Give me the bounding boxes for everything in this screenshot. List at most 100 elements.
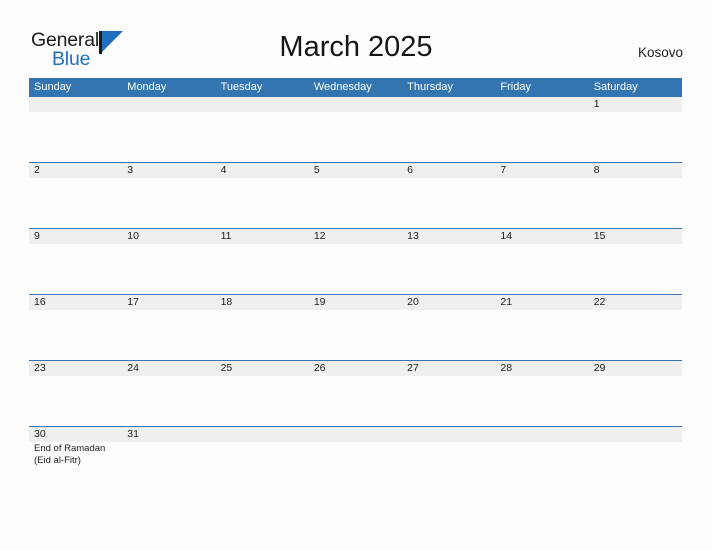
day-number-band: 24 [122,361,216,376]
calendar-day-cell[interactable]: 1 [588,97,682,162]
day-number: 22 [593,296,606,308]
calendar-day-cell[interactable]: 14 [495,229,589,294]
calendar-day-cell-empty [402,97,496,162]
calendar-week-cells: 30 End of Ramadan (Eid al-Fitr) 31 [29,427,682,492]
day-number-band [402,97,496,112]
calendar-week-row: 30 End of Ramadan (Eid al-Fitr) 31 [29,426,682,492]
day-number: 7 [500,164,507,176]
calendar-day-cell[interactable]: 22 [588,295,682,360]
calendar-day-cell[interactable]: 5 [308,163,403,228]
day-number: 21 [500,296,513,308]
calendar-day-cell[interactable]: 30 End of Ramadan (Eid al-Fitr) [29,427,123,492]
calendar-day-cell[interactable]: 12 [308,229,403,294]
calendar-day-cell[interactable]: 4 [215,163,309,228]
calendar-week-cells: 1 [29,97,682,162]
day-number-band [215,97,309,112]
day-number: 3 [127,164,134,176]
day-number-band: 15 [588,229,682,244]
day-number-band: 30 [29,427,123,442]
calendar-day-cell[interactable]: 19 [308,295,403,360]
calendar-day-cell[interactable]: 21 [495,295,589,360]
calendar-day-cell-empty [308,427,403,492]
calendar-week-cells: 2 3 4 5 6 7 8 [29,163,682,228]
day-number-band: 25 [215,361,309,376]
calendar-day-cell[interactable]: 20 [402,295,496,360]
calendar-day-cell[interactable]: 11 [215,229,309,294]
day-number-band: 29 [588,361,682,376]
day-number-band [402,427,496,442]
day-number-band: 6 [402,163,496,178]
calendar-day-cell-empty [29,97,123,162]
day-of-week-tuesday: Tuesday [220,81,263,93]
calendar-day-cell[interactable]: 29 [588,361,682,426]
calendar-day-cell-empty [308,97,403,162]
calendar-week-cells: 9 10 11 12 13 14 15 [29,229,682,294]
day-number: 11 [220,230,232,242]
calendar-week-cells: 23 24 25 26 27 28 29 [29,361,682,426]
day-number-band [495,427,589,442]
day-number-band: 22 [588,295,682,310]
calendar-day-cell[interactable]: 23 [29,361,123,426]
calendar-day-cell[interactable]: 18 [215,295,309,360]
day-number: 13 [407,230,419,242]
calendar-day-cell[interactable]: 25 [215,361,309,426]
day-number-band: 28 [495,361,589,376]
calendar-day-cell[interactable]: 3 [122,163,216,228]
day-events: End of Ramadan (Eid al-Fitr) [29,442,122,466]
day-number: 27 [407,362,419,374]
day-number-band: 3 [122,163,216,178]
calendar-day-cell[interactable]: 26 [308,361,403,426]
day-number: 5 [313,164,320,176]
day-of-week-header-row: Sunday Monday Tuesday Wednesday Thursday… [29,78,682,97]
calendar-day-cell-empty [588,427,682,492]
day-number-band: 23 [29,361,123,376]
calendar-day-cell[interactable]: 6 [402,163,496,228]
calendar-day-cell[interactable]: 13 [402,229,496,294]
day-number: 23 [34,362,46,374]
day-event-line: End of Ramadan [34,443,106,454]
day-number-band: 21 [495,295,589,310]
calendar-day-cell[interactable]: 10 [122,229,216,294]
day-number-band: 17 [122,295,216,310]
calendar-day-cell[interactable]: 2 [29,163,123,228]
calendar-page: General Blue March 2025 Kosovo Sunday Mo… [0,0,712,550]
day-number-band [29,97,123,112]
calendar-day-cell[interactable]: 15 [588,229,682,294]
calendar-day-cell[interactable]: 24 [122,361,216,426]
day-number: 19 [313,296,326,308]
day-number: 29 [593,362,606,374]
day-number-band [588,427,682,442]
calendar-day-cell[interactable]: 16 [29,295,123,360]
day-number-band: 2 [29,163,123,178]
calendar-day-cell[interactable]: 9 [29,229,123,294]
day-number-band [495,97,589,112]
calendar-week-row: 23 24 25 26 27 28 29 [29,360,682,426]
day-number: 24 [127,362,139,374]
calendar-day-cell[interactable]: 7 [495,163,589,228]
day-number: 15 [593,230,606,242]
calendar-day-cell[interactable]: 8 [588,163,682,228]
day-number-band: 10 [122,229,216,244]
calendar-week-cells: 16 17 18 19 20 21 22 [29,295,682,360]
day-of-week-monday: Monday [127,81,167,93]
calendar-day-cell[interactable]: 27 [402,361,496,426]
calendar-week-row: 2 3 4 5 6 7 8 [29,162,682,228]
day-number-band: 20 [402,295,496,310]
day-number-band: 4 [215,163,309,178]
day-number: 6 [407,164,413,176]
day-number: 20 [407,296,419,308]
day-number: 16 [34,296,46,308]
calendar-day-cell[interactable]: 31 [122,427,216,492]
day-number: 14 [500,230,513,242]
calendar-week-row: 1 [29,97,682,162]
calendar-day-cell[interactable]: 17 [122,295,216,360]
calendar-day-cell-empty [402,427,496,492]
day-number: 8 [593,164,600,176]
day-number: 25 [220,362,233,374]
calendar-week-row: 9 10 11 12 13 14 15 [29,228,682,294]
calendar-day-cell[interactable]: 28 [495,361,589,426]
calendar-day-cell-empty [215,97,309,162]
day-event-line: (Eid al-Fitr) [34,454,81,466]
day-number: 18 [220,296,233,308]
page-title: March 2025 [279,31,433,63]
